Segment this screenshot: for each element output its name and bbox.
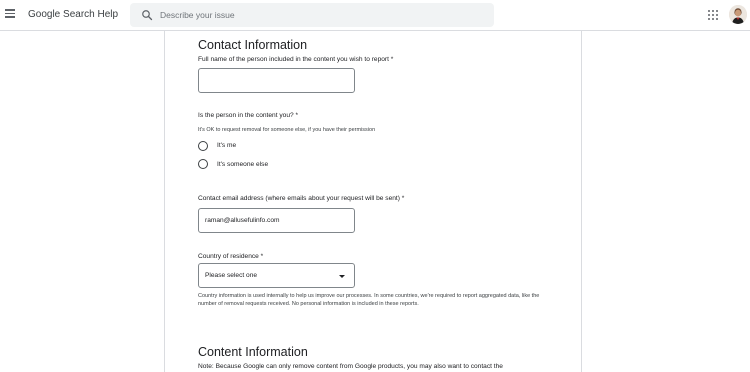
search-input[interactable] bbox=[160, 3, 480, 27]
menu-icon[interactable] bbox=[5, 9, 15, 18]
country-select-value: Please select one bbox=[205, 272, 258, 279]
apps-icon[interactable] bbox=[708, 10, 718, 20]
content-information-title: Content Information bbox=[198, 345, 308, 359]
content-note: Note: Because Google can only remove con… bbox=[198, 363, 503, 370]
person-question-hint: It's OK to request removal for someone e… bbox=[198, 127, 376, 133]
country-label: Country of residence * bbox=[198, 253, 264, 260]
email-label: Contact email address (where emails abou… bbox=[198, 195, 405, 202]
radio-someone-else-label[interactable]: It's someone else bbox=[217, 161, 268, 168]
country-select[interactable]: Please select one bbox=[198, 263, 355, 288]
full-name-input[interactable] bbox=[198, 68, 355, 93]
app-title[interactable]: Google Search Help bbox=[28, 9, 118, 20]
full-name-label: Full name of the person included in the … bbox=[198, 56, 394, 63]
person-question-label: Is the person in the content you? * bbox=[198, 112, 299, 119]
search-icon[interactable] bbox=[141, 9, 153, 21]
email-input[interactable] bbox=[198, 208, 355, 233]
avatar[interactable] bbox=[729, 5, 747, 24]
form-card: Contact Information Full name of the per… bbox=[164, 31, 582, 372]
radio-someone-else[interactable] bbox=[198, 159, 208, 169]
country-note: Country information is used internally t… bbox=[198, 293, 540, 307]
radio-its-me-label[interactable]: It's me bbox=[217, 142, 236, 149]
radio-its-me[interactable] bbox=[198, 141, 208, 151]
top-app-bar: Google Search Help bbox=[0, 0, 750, 31]
dropdown-arrow-icon bbox=[339, 275, 345, 278]
search-box[interactable] bbox=[130, 3, 494, 27]
contact-information-title: Contact Information bbox=[198, 38, 308, 52]
